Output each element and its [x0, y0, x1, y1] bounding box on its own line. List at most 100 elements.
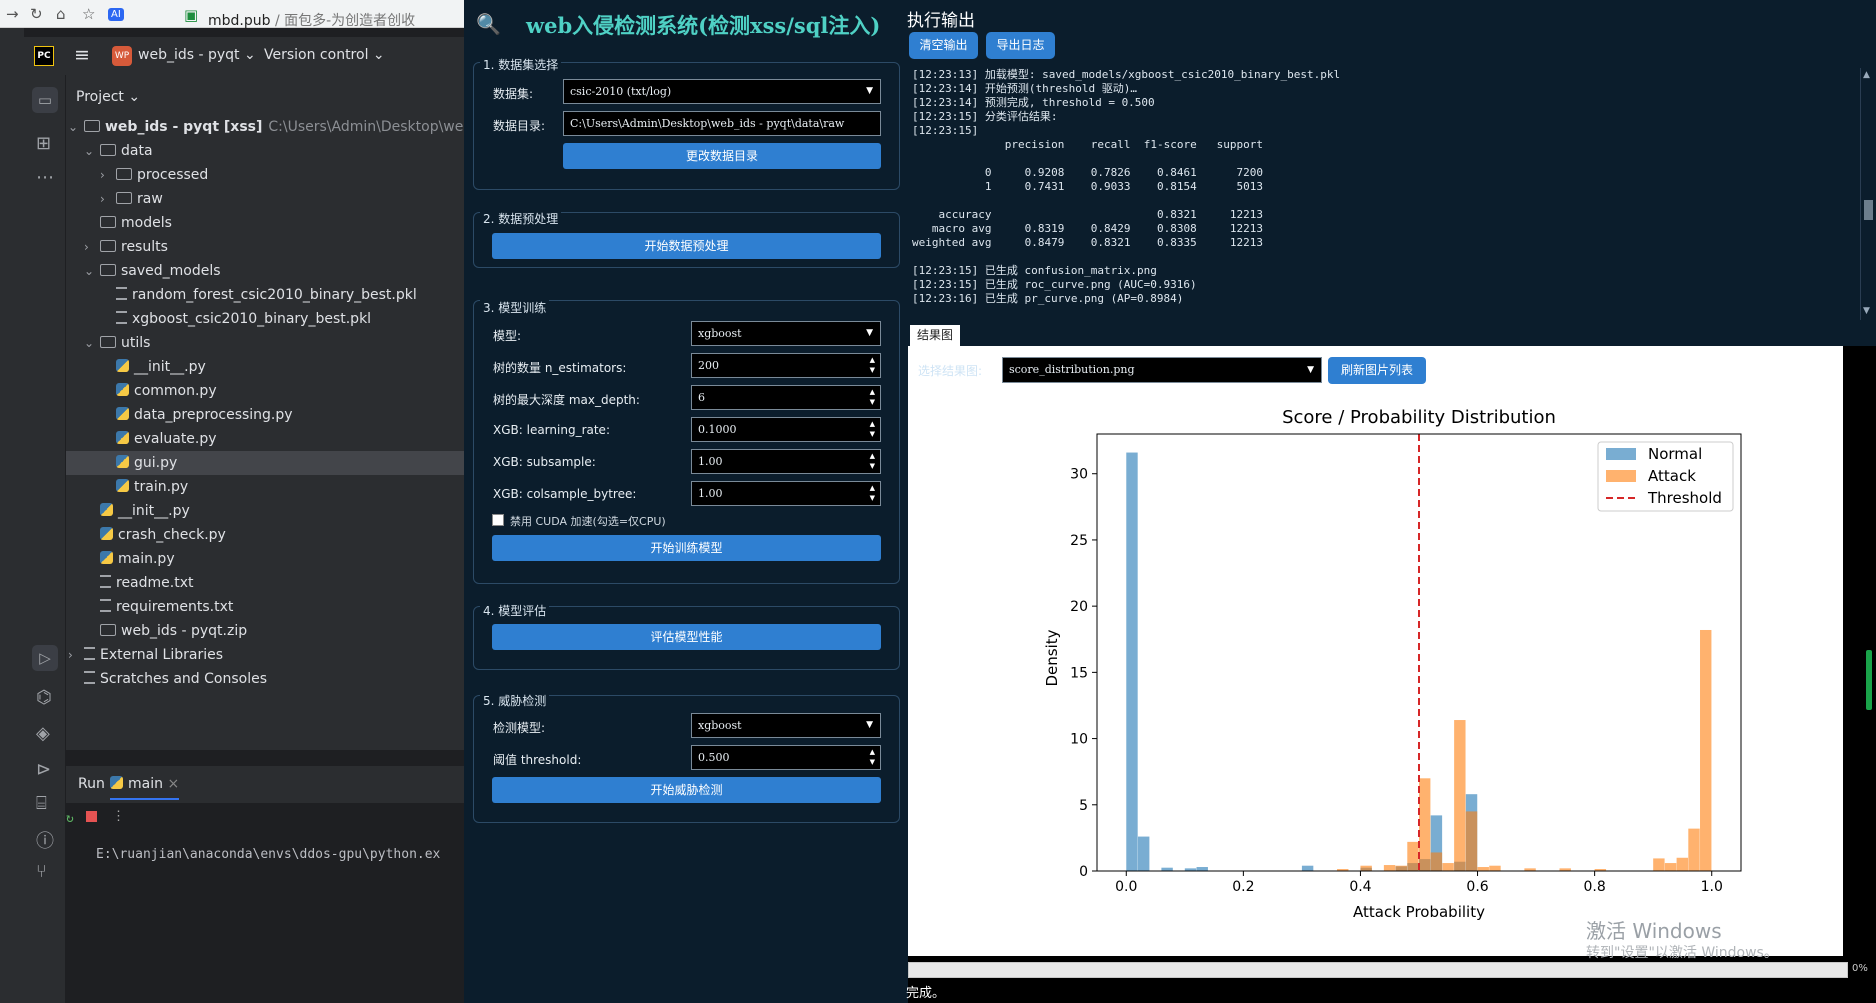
ai-extension-icon[interactable]: AI [108, 8, 124, 21]
options-icon[interactable]: ⋮ [112, 809, 125, 824]
tree-item[interactable]: › results [66, 235, 464, 259]
rerun-icon[interactable]: ↻ [66, 811, 74, 826]
tree-item[interactable]: Scratches and Consoles [66, 667, 464, 691]
project-switcher[interactable]: web_ids - pyqt ⌄ [138, 47, 256, 63]
layers-icon[interactable]: ◈ [36, 723, 50, 744]
folder-icon[interactable]: ▭ [32, 87, 58, 113]
tree-item[interactable]: train.py [66, 475, 464, 499]
python-file-icon [116, 431, 129, 444]
python-console-icon[interactable]: ⌬ [36, 687, 52, 708]
tree-item[interactable]: crash_check.py [66, 523, 464, 547]
histogram-bar-attack [1430, 852, 1443, 871]
log-line: weighted avg 0.8479 0.8321 0.8335 12213 [912, 236, 1263, 249]
cuda-checkbox[interactable] [492, 514, 504, 526]
tree-item[interactable]: data_preprocessing.py [66, 403, 464, 427]
tree-item[interactable]: evaluate.py [66, 427, 464, 451]
chevron-down-icon[interactable]: ⌄ [84, 331, 100, 355]
log-scroll-thumb[interactable] [1864, 200, 1873, 220]
n-estimators-spinbox[interactable]: 200 ▲ ▼ [691, 353, 881, 378]
score-distribution-chart: Score / Probability Distribution Attack … [1043, 407, 1742, 921]
tree-item[interactable]: › External Libraries [66, 643, 464, 667]
tree-item[interactable]: random_forest_csic2010_binary_best.pkl [66, 283, 464, 307]
tree-item[interactable]: common.py [66, 379, 464, 403]
home-icon[interactable]: ⌂ [56, 5, 66, 23]
histogram-bar-attack [1360, 865, 1372, 871]
histogram-bar-normal [1196, 867, 1208, 871]
chevron-right-icon[interactable]: › [100, 187, 116, 211]
back-icon[interactable]: → [6, 5, 19, 23]
run-tab[interactable]: Run [78, 776, 105, 792]
detect-group-title: 5. 威胁检测 [480, 692, 550, 709]
threshold-spinbox[interactable]: 0.500 ▲ ▼ [691, 745, 881, 770]
histogram-bar-attack [1454, 720, 1466, 871]
main-menu-icon[interactable]: ≡ [74, 44, 90, 66]
tree-item[interactable]: main.py [66, 547, 464, 571]
data-dir-field[interactable]: C:\Users\Admin\Desktop\web_ids - pyqt\da… [563, 111, 881, 136]
problems-icon[interactable]: ⓘ [36, 827, 54, 853]
tree-item[interactable]: › raw [66, 187, 464, 211]
refresh-images-button[interactable]: 刷新图片列表 [1328, 357, 1426, 384]
git-icon[interactable]: ⑂ [36, 861, 47, 882]
tree-item-label: processed [137, 167, 209, 183]
start-preprocess-button[interactable]: 开始数据预处理 [492, 233, 881, 259]
windows-activation-watermark: 激活 Windows [1586, 919, 1722, 943]
chevron-right-icon[interactable]: › [68, 643, 84, 667]
tab-results[interactable]: 结果图 [910, 325, 960, 346]
max-depth-spinbox[interactable]: 6 ▲ ▼ [691, 385, 881, 410]
run-config-tab[interactable]: main × [110, 776, 180, 800]
chevron-right-icon[interactable]: › [84, 235, 100, 259]
subsample-spinbox[interactable]: 1.00 ▲ ▼ [691, 449, 881, 474]
chevron-down-icon[interactable]: ⌄ [68, 115, 84, 139]
log-scrollbar[interactable]: ▲ ▼ [1860, 68, 1876, 320]
search-icon: 🔍 [476, 12, 501, 36]
tree-item[interactable]: › processed [66, 163, 464, 187]
python-file-icon [116, 407, 129, 420]
version-control-menu[interactable]: Version control ⌄ [264, 47, 385, 63]
tree-item[interactable]: gui.py [66, 451, 464, 475]
tree-item[interactable]: ⌄ saved_models [66, 259, 464, 283]
result-image-select[interactable]: score_distribution.png ▼ [1002, 357, 1322, 383]
windows-activation-hint: 转到"设置"以激活 Windows。 [1586, 945, 1778, 961]
chevron-right-icon[interactable]: › [100, 163, 116, 187]
more-tools-icon[interactable]: ⋯ [36, 167, 54, 188]
tree-item[interactable]: models [66, 211, 464, 235]
tree-item[interactable]: ⌄ web_ids - pyqt [xss] C:\Users\Admin\Desk… [66, 115, 499, 139]
folder-icon [100, 144, 116, 156]
learning-rate-spinbox[interactable]: 0.1000 ▲ ▼ [691, 417, 881, 442]
tree-item[interactable]: __init__.py [66, 355, 464, 379]
bookmark-star-icon[interactable]: ☆ [82, 5, 95, 23]
project-panel-title[interactable]: Project ⌄ [76, 89, 140, 105]
evaluate-button[interactable]: 评估模型性能 [492, 624, 881, 650]
tree-item[interactable]: web_ids - pyqt.zip [66, 619, 464, 643]
tree-item[interactable]: __init__.py [66, 499, 464, 523]
address-bar[interactable]: mbd.pub / 面包多-为创造者创收 [208, 10, 415, 30]
tree-item[interactable]: requirements.txt [66, 595, 464, 619]
tree-item[interactable]: ⌄ data [66, 139, 464, 163]
dataset-select[interactable]: csic-2010 (txt/log) ▼ [563, 79, 881, 104]
tree-item[interactable]: ⌄ utils [66, 331, 464, 355]
chevron-down-icon[interactable]: ⌄ [84, 139, 100, 163]
x-tick-label: 0.6 [1466, 879, 1488, 895]
colsample-spinbox[interactable]: 1.00 ▲ ▼ [691, 481, 881, 506]
tree-item-label: readme.txt [116, 575, 194, 591]
change-dir-button[interactable]: 更改数据目录 [563, 143, 881, 169]
reload-icon[interactable]: ↻ [30, 5, 43, 23]
export-log-button[interactable]: 导出日志 [986, 32, 1055, 59]
start-detect-button[interactable]: 开始威胁检测 [492, 777, 881, 803]
clear-output-button[interactable]: 清空输出 [909, 32, 978, 59]
console-output-line: E:\ruanjian\anaconda\envs\ddos-gpu\pytho… [96, 847, 441, 862]
structure-icon[interactable]: ⊞ [36, 133, 51, 154]
model-select[interactable]: xgboost ▼ [691, 321, 881, 346]
stop-icon[interactable] [86, 811, 97, 822]
tree-item[interactable]: xgboost_csic2010_binary_best.pkl [66, 307, 464, 331]
run-icon[interactable]: ▷ [32, 645, 58, 671]
tree-item[interactable]: readme.txt [66, 571, 464, 595]
detect-model-select[interactable]: xgboost ▼ [691, 713, 881, 738]
subsample-label: XGB: subsample: [493, 455, 596, 469]
start-train-button[interactable]: 开始训练模型 [492, 535, 881, 561]
histogram-bar-attack [1395, 865, 1407, 871]
terminal-icon[interactable]: ⌸ [36, 793, 47, 814]
services-icon[interactable]: ⊳ [36, 759, 51, 780]
chevron-down-icon[interactable]: ⌄ [84, 259, 100, 283]
